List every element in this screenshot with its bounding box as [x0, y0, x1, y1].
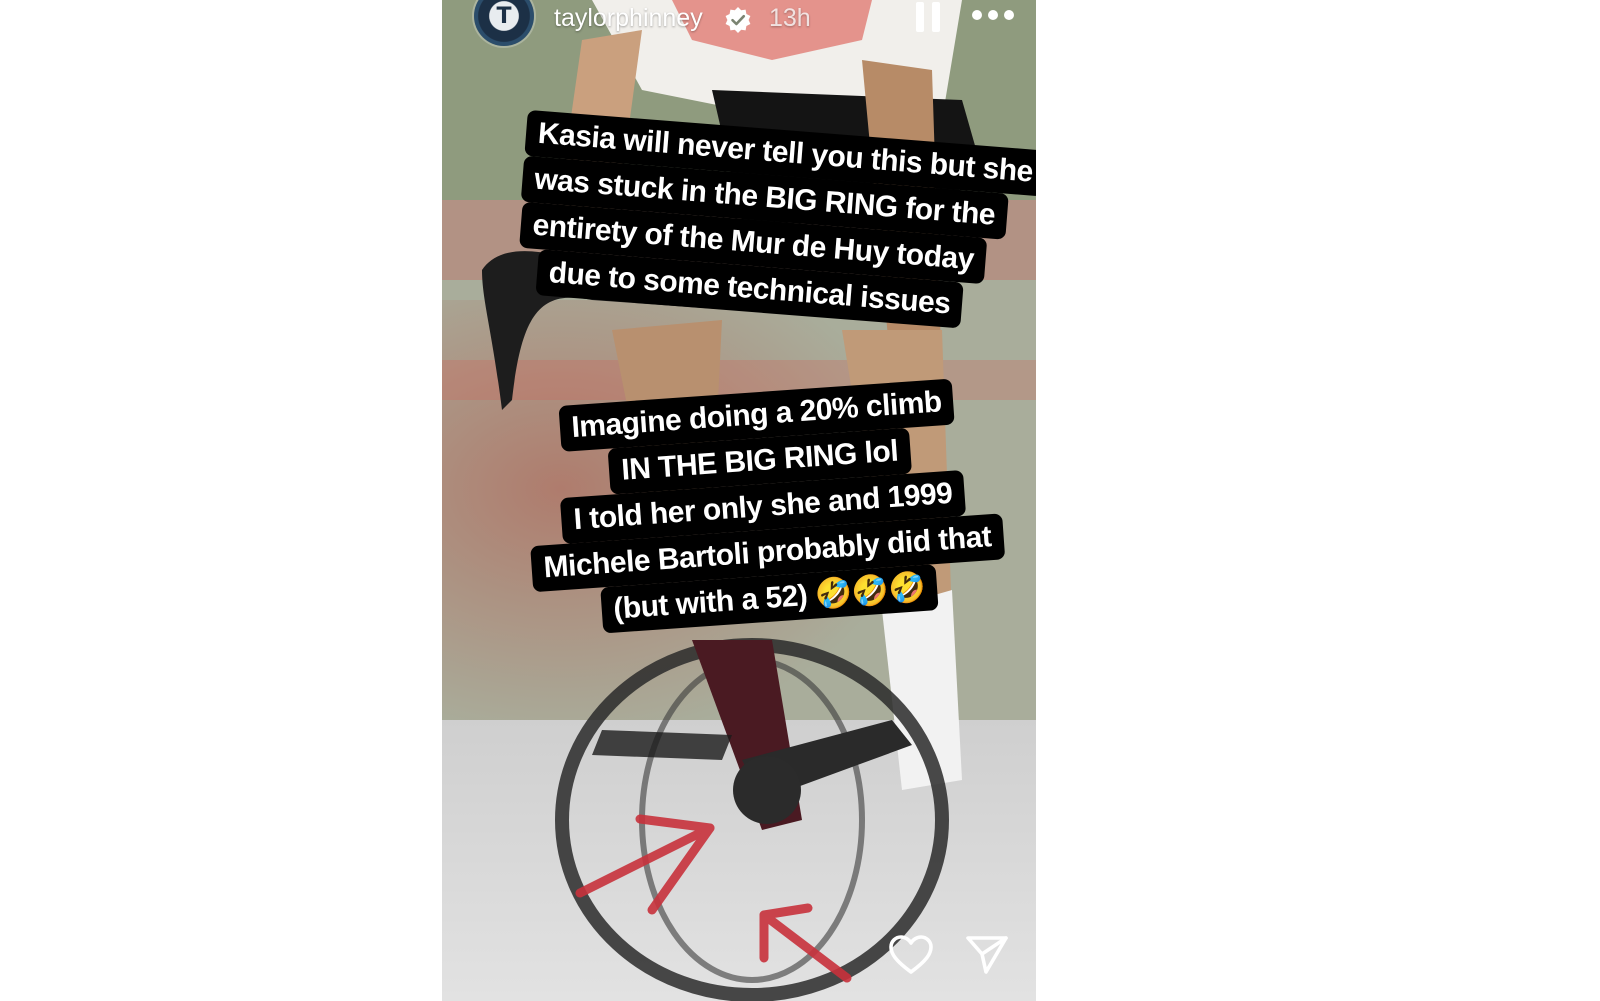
pause-icon [932, 2, 940, 32]
more-icon [972, 10, 982, 20]
story-header: T taylorphinney 13h [442, 0, 1036, 46]
pause-button[interactable] [914, 2, 944, 34]
more-icon [1004, 10, 1014, 20]
avatar-letter: T [496, 4, 512, 29]
username[interactable]: taylorphinney [554, 4, 703, 33]
story-viewer[interactable]: T taylorphinney 13h Kasia will never tel… [442, 0, 1036, 1001]
like-button[interactable] [888, 934, 934, 976]
page: T taylorphinney 13h Kasia will never tel… [0, 0, 1600, 1001]
heart-icon [889, 935, 933, 974]
more-icon [988, 10, 998, 20]
story-caption-second: Imagine doing a 20% climb IN THE BIG RIN… [521, 376, 1006, 638]
send-icon [966, 936, 1008, 974]
pause-icon [916, 2, 924, 32]
share-button[interactable] [964, 932, 1010, 978]
post-time: 13h [769, 4, 811, 32]
more-options-button[interactable] [970, 6, 1016, 26]
avatar[interactable]: T [474, 0, 534, 46]
story-caption-first: Kasia will never tell you this but she w… [514, 109, 1036, 330]
verified-badge-icon [725, 7, 751, 33]
